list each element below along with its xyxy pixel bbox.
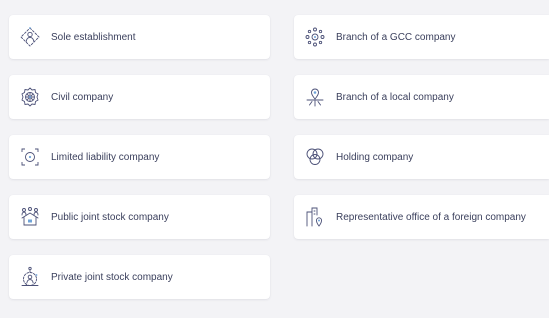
company-type-label: Civil company bbox=[51, 91, 114, 103]
company-type-private-jsc[interactable]: Private joint stock company bbox=[9, 255, 270, 299]
company-type-label: Public joint stock company bbox=[51, 211, 169, 223]
company-type-label: Branch of a GCC company bbox=[336, 31, 456, 43]
people-house-icon bbox=[19, 206, 41, 228]
company-type-branch-local[interactable]: Branch of a local company bbox=[294, 75, 549, 119]
person-circle-icon bbox=[19, 266, 41, 288]
company-type-sole-establishment[interactable]: Sole establishment bbox=[9, 15, 270, 59]
person-outline-icon bbox=[19, 26, 41, 48]
company-type-rep-office[interactable]: Representative office of a foreign compa… bbox=[294, 195, 549, 239]
company-type-label: Private joint stock company bbox=[51, 271, 173, 283]
company-type-label: Sole establishment bbox=[51, 31, 136, 43]
overlapping-circles-icon bbox=[304, 146, 326, 168]
company-type-label: Representative office of a foreign compa… bbox=[336, 211, 526, 223]
gear-network-icon bbox=[19, 86, 41, 108]
company-type-label: Holding company bbox=[336, 151, 414, 163]
network-nodes-icon bbox=[304, 26, 326, 48]
company-type-label: Limited liability company bbox=[51, 151, 160, 163]
company-type-holding[interactable]: Holding company bbox=[294, 135, 549, 179]
company-type-label: Branch of a local company bbox=[336, 91, 454, 103]
map-pin-rays-icon bbox=[304, 86, 326, 108]
bounded-circle-icon bbox=[19, 146, 41, 168]
company-type-llc[interactable]: Limited liability company bbox=[9, 135, 270, 179]
company-type-branch-gcc[interactable]: Branch of a GCC company bbox=[294, 15, 549, 59]
company-type-civil[interactable]: Civil company bbox=[9, 75, 270, 119]
company-type-public-jsc[interactable]: Public joint stock company bbox=[9, 195, 270, 239]
building-pin-icon bbox=[304, 206, 326, 228]
